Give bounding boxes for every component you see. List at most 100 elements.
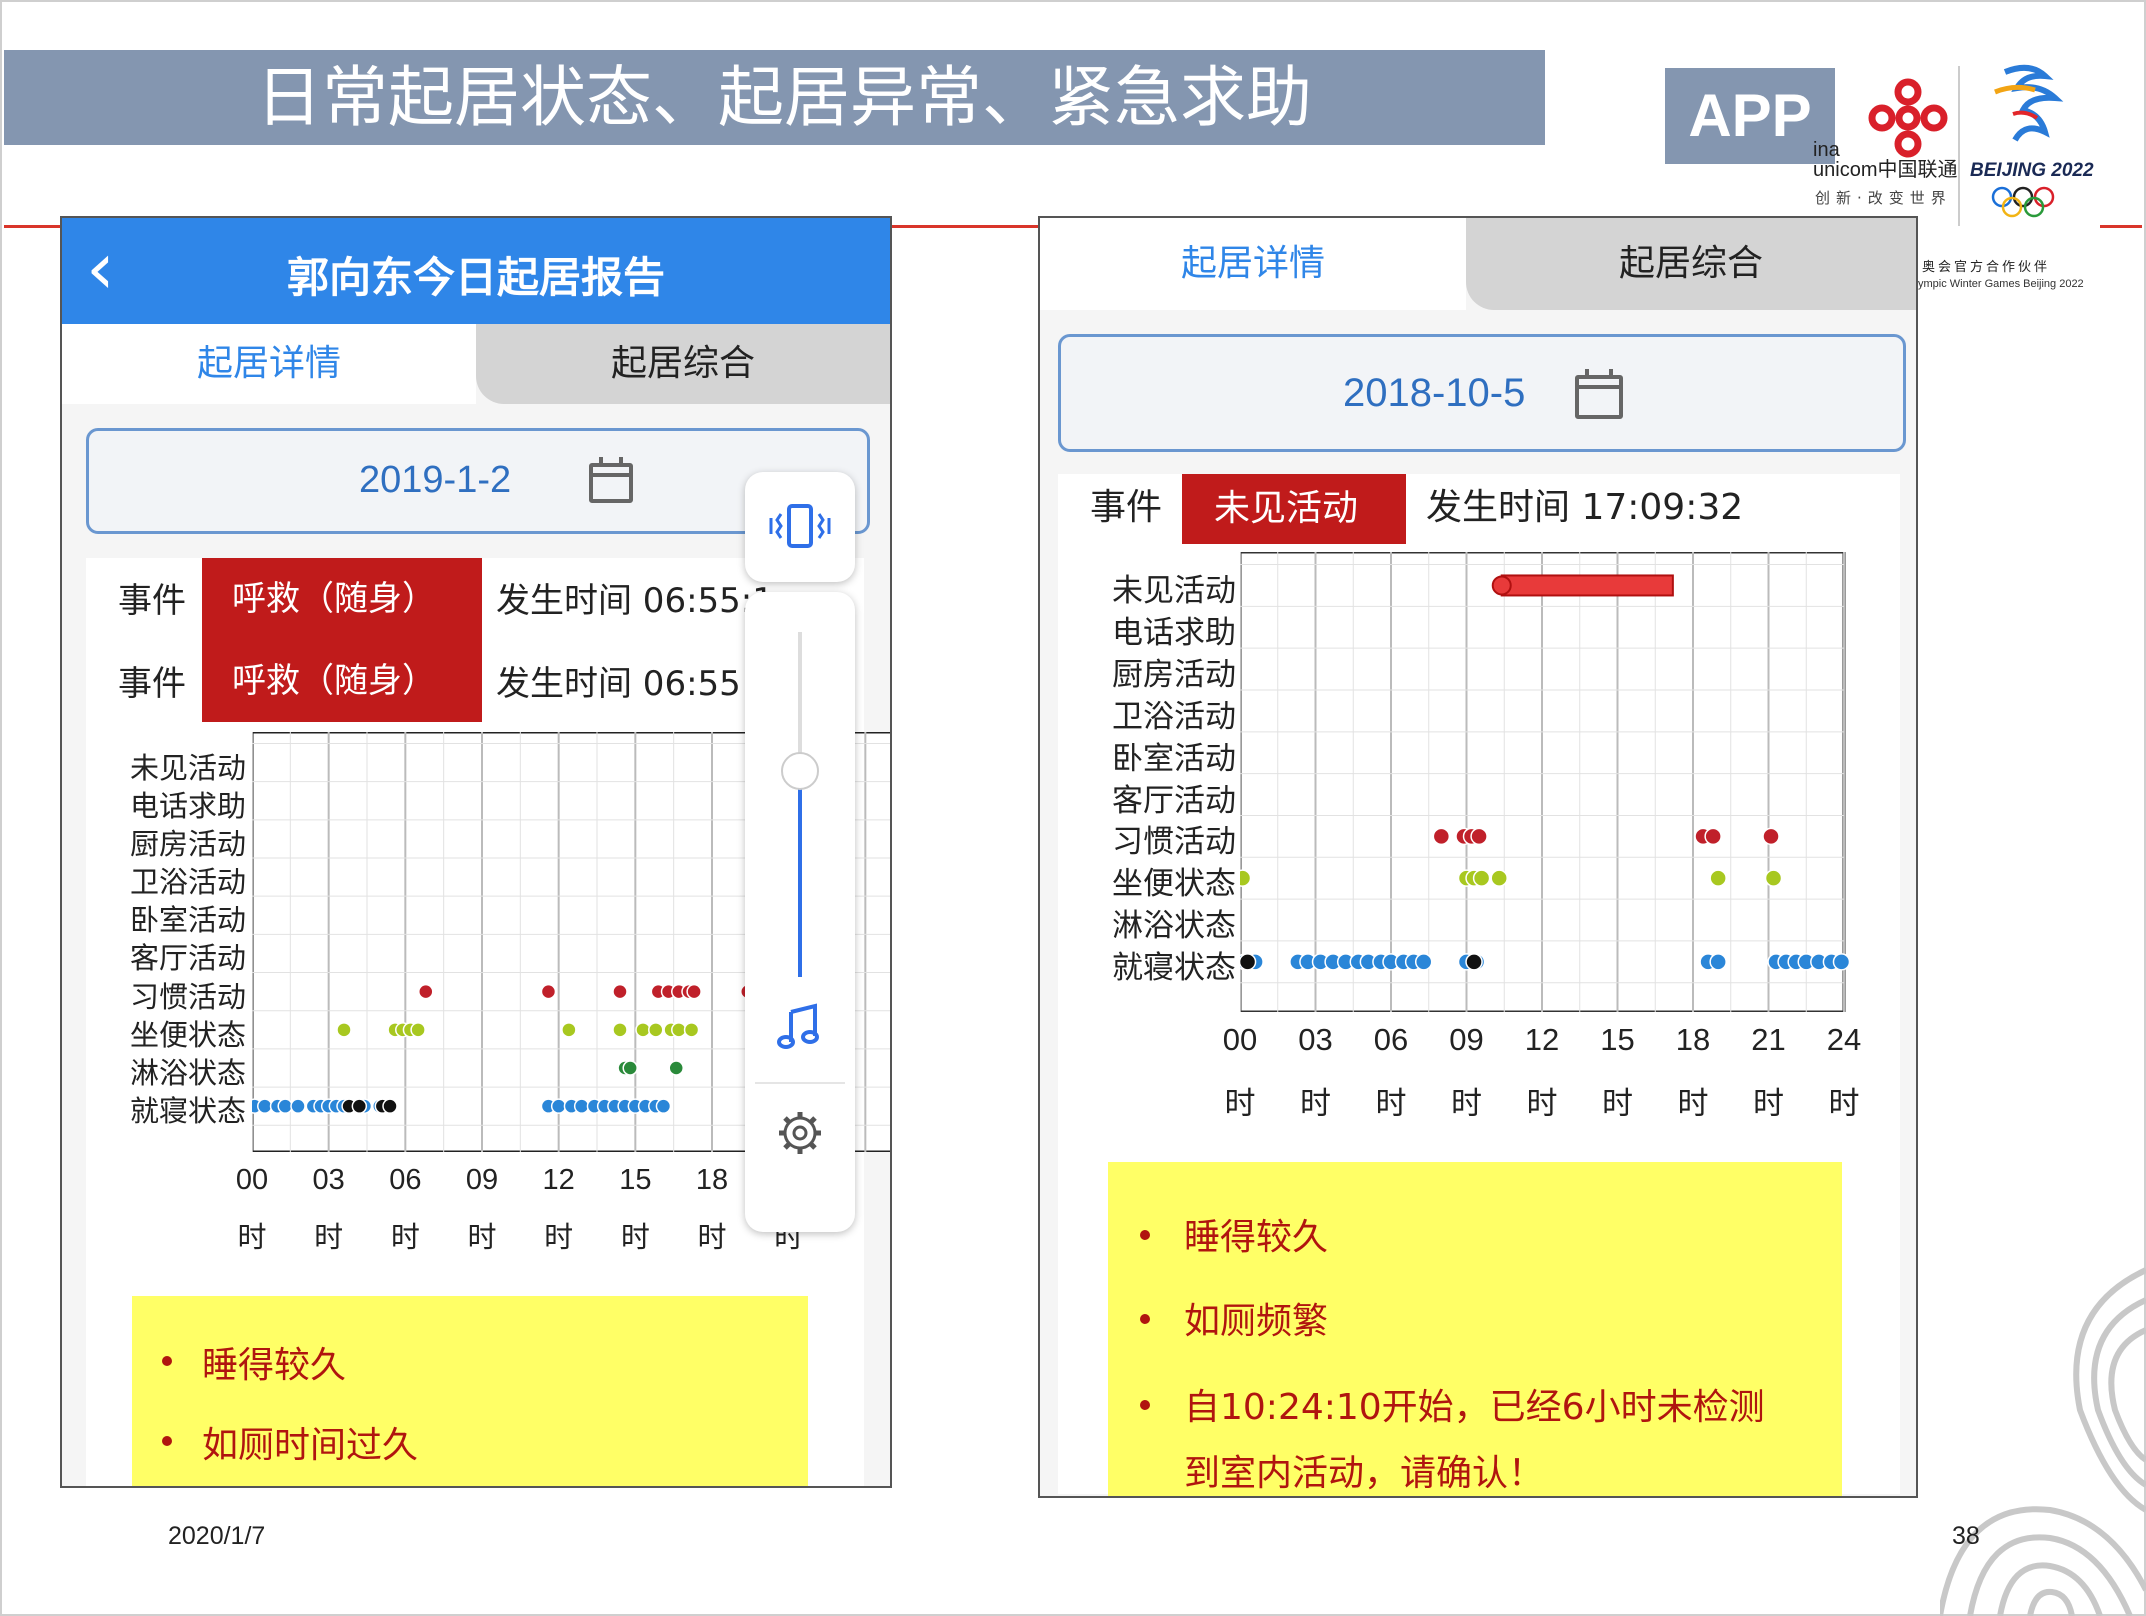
data-point: [1709, 869, 1727, 887]
red-divider-mid: [888, 225, 1038, 228]
volume-slider-handle[interactable]: [781, 752, 819, 790]
row-label: 淋浴状态: [1112, 908, 1236, 944]
unicom-wordmark: ina unicom中国联通: [1813, 139, 1958, 181]
x-tick-label: 09: [465, 1164, 499, 1196]
data-point: [418, 983, 434, 1000]
calendar-icon[interactable]: [1575, 369, 1623, 419]
data-point: [1704, 827, 1722, 846]
data-point: [573, 1098, 590, 1114]
data-point: [683, 1022, 700, 1038]
red-divider-left: [4, 225, 60, 228]
x-unit-label: 时: [544, 1220, 574, 1254]
selected-date: 2018-10-5: [1343, 371, 1526, 415]
app-header: ‹ 郭向东今日起居报告: [62, 218, 890, 324]
slide-date: 2020/1/7: [168, 1522, 266, 1550]
event-badge: 呼救（随身）: [202, 640, 482, 722]
slide-title: 日常起居状态、起居异常、紧急求助: [256, 59, 1312, 136]
event-badge: 未见活动: [1182, 474, 1406, 544]
data-point: [1762, 827, 1780, 846]
vibrate-button[interactable]: [745, 472, 855, 582]
x-unit-label: 时: [390, 1220, 420, 1254]
x-unit-label: 时: [1602, 1086, 1633, 1122]
row-label: 未见活动: [129, 750, 246, 785]
partner-text-en: ympic Winter Games Beijing 2022: [1918, 278, 2084, 290]
x-tick-label: 06: [1373, 1022, 1409, 1057]
event-label: 事件: [118, 664, 186, 704]
slide-title-bar: 日常起居状态、起居异常、紧急求助: [4, 50, 1545, 145]
data-point: [686, 983, 702, 1000]
x-tick-label: 18: [1675, 1022, 1711, 1057]
x-unit-label: 时: [1375, 1086, 1407, 1122]
data-point: [1832, 953, 1851, 971]
tab-detail[interactable]: 起居详情: [1040, 218, 1466, 310]
decorative-arcs: [1940, 1267, 2146, 1616]
row-label: 淋浴状态: [129, 1056, 246, 1090]
x-tick-label: 00: [1222, 1022, 1258, 1057]
row-label: 卧室活动: [129, 903, 246, 938]
row-label: 就寝状态: [1112, 949, 1236, 986]
vibrate-icon: [769, 504, 831, 548]
data-point: [290, 1098, 306, 1114]
unicom-tagline: 创新·改变世界: [1815, 189, 1952, 207]
note-item: 睡得较久: [202, 1345, 347, 1386]
data-point: [668, 1060, 684, 1076]
volume-track-upper: [798, 632, 802, 772]
row-label: 电话求助: [129, 788, 246, 823]
data-point: [612, 983, 628, 1000]
x-tick-label: 03: [1298, 1022, 1333, 1057]
row-label: 就寝状态: [129, 1094, 246, 1129]
data-point: [277, 1098, 293, 1114]
data-point: [1472, 869, 1491, 887]
row-label: 电话求助: [1112, 615, 1236, 652]
note-item: 自10:24:10开始，已经6小时未检测: [1184, 1387, 1765, 1428]
date-picker[interactable]: 2018-10-5: [1058, 334, 1906, 452]
report-title: 郭向东今日起居报告: [286, 253, 665, 302]
event-badge: 呼救（随身）: [202, 558, 482, 640]
bullet: [162, 1356, 172, 1366]
music-note-icon[interactable]: [775, 1002, 825, 1052]
data-point: [1490, 869, 1508, 887]
bullet: [1140, 1400, 1150, 1410]
tab-detail[interactable]: 起居详情: [62, 324, 476, 404]
gear-icon[interactable]: [775, 1108, 825, 1158]
partner-text-cn: 奥会官方合作伙伴: [1922, 260, 2051, 275]
tab-summary[interactable]: 起居综合: [476, 324, 890, 404]
data-point: [1432, 827, 1451, 846]
calendar-icon[interactable]: [589, 457, 633, 503]
data-point: [1240, 953, 1257, 971]
x-unit-label: 时: [620, 1220, 650, 1254]
data-point: [1764, 869, 1783, 887]
x-unit-label: 时: [1300, 1086, 1331, 1122]
x-unit-label: 时: [467, 1220, 497, 1254]
panel-divider: [755, 1082, 845, 1084]
bullet: [1140, 1230, 1150, 1240]
data-point: [410, 1022, 426, 1038]
olympic-rings-icon: [1991, 186, 2055, 218]
tab-summary[interactable]: 起居综合: [1466, 218, 1916, 310]
row-label: 厨房活动: [129, 826, 246, 861]
event-time: 发生时间 06:55:1: [496, 581, 774, 621]
row-label: 坐便状态: [1112, 866, 1236, 903]
data-point: [550, 1098, 567, 1114]
data-point: [1414, 953, 1433, 971]
data-point: [635, 1022, 651, 1038]
x-unit-label: 时: [1828, 1086, 1860, 1122]
data-point: [382, 1098, 398, 1114]
alert-bar-cap: [1491, 575, 1512, 596]
row-label: 客厅活动: [1112, 782, 1236, 819]
row-label: 坐便状态: [129, 1017, 246, 1052]
data-point: [1470, 827, 1488, 846]
row-label: 未见活动: [1112, 573, 1236, 610]
data-point: [612, 1022, 628, 1038]
x-tick-label: 03: [312, 1164, 345, 1196]
bullet: [162, 1436, 172, 1446]
x-tick-label: 21: [1751, 1022, 1786, 1057]
row-label: 客厅活动: [129, 941, 246, 976]
data-point: [655, 1098, 672, 1114]
phone-screenshot-right: 起居详情 起居综合 2018-10-5 事件 未见活动 发生时间 17:09:3…: [1038, 216, 1918, 1498]
row-label: 习惯活动: [129, 979, 246, 1014]
row-label: 厨房活动: [1112, 657, 1236, 694]
data-point: [671, 1022, 687, 1038]
volume-track-fill: [798, 772, 802, 977]
data-point: [257, 1098, 273, 1114]
